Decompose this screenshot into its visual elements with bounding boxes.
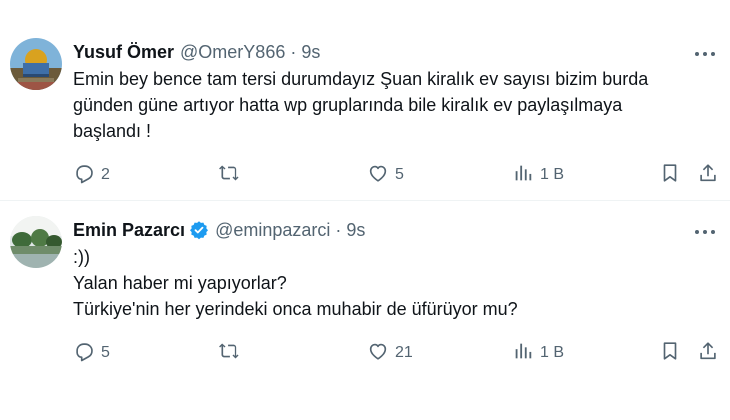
- reply-icon: [73, 162, 95, 189]
- tweet-text-line: Emin bey bence tam tersi durumdayız Şuan…: [73, 69, 649, 89]
- reply-count: 2: [101, 166, 110, 183]
- tweet-header: Emin Pazarcı @eminpazarci · 9s: [73, 218, 365, 242]
- tweet-1[interactable]: Yusuf Ömer @OmerY866 · 9s Emin bey bence…: [0, 0, 730, 201]
- more-icon[interactable]: [692, 222, 718, 242]
- tweet-text-line: günden güne artıyor hatta wp gruplarında…: [73, 95, 623, 115]
- retweet-icon: [218, 340, 240, 367]
- views-icon: [512, 162, 534, 189]
- tweet-header: Yusuf Ömer @OmerY866 · 9s: [73, 40, 320, 64]
- bookmark-icon: [659, 340, 681, 367]
- reply-icon: [73, 340, 95, 367]
- like-count: 21: [395, 344, 413, 361]
- avatar[interactable]: [10, 216, 62, 268]
- bookmark-button[interactable]: [659, 340, 681, 366]
- tweet-text-line: başlandı !: [73, 121, 152, 141]
- separator-dot: ·: [290, 41, 297, 62]
- reply-button[interactable]: 5: [73, 340, 110, 366]
- tweet-text-line: Yalan haber mi yapıyorlar?: [73, 273, 287, 293]
- views-count: 1 B: [540, 166, 565, 183]
- retweet-button[interactable]: [218, 340, 246, 366]
- more-icon[interactable]: [692, 44, 718, 64]
- retweet-button[interactable]: [218, 162, 246, 188]
- separator-dot: ·: [335, 219, 342, 240]
- tweet-text-line: Türkiye'nin her yerindeki onca muhabir d…: [73, 299, 518, 319]
- like-count: 5: [395, 166, 404, 183]
- views-button[interactable]: 1 B: [512, 340, 564, 366]
- reply-count: 5: [101, 344, 110, 361]
- action-bar: 5 21 1 B: [0, 340, 730, 366]
- views-button[interactable]: 1 B: [512, 162, 564, 188]
- views-count: 1 B: [540, 344, 565, 361]
- tweet-2[interactable]: Emin Pazarcı @eminpazarci · 9s :)) Yalan…: [0, 201, 730, 420]
- share-icon: [697, 162, 719, 189]
- share-button[interactable]: [697, 340, 719, 366]
- tweet-text-line: :)): [73, 247, 90, 267]
- author-handle[interactable]: @OmerY866: [180, 42, 285, 63]
- verified-badge-icon: [189, 220, 209, 240]
- heart-icon: [367, 340, 389, 367]
- heart-icon: [367, 162, 389, 189]
- share-button[interactable]: [697, 162, 719, 188]
- action-bar: 2 5 1 B: [0, 162, 730, 188]
- tweet-time[interactable]: 9s: [346, 220, 365, 241]
- author-name[interactable]: Yusuf Ömer: [73, 42, 174, 63]
- avatar[interactable]: [10, 38, 62, 90]
- like-button[interactable]: 21: [367, 340, 413, 366]
- share-icon: [697, 340, 719, 367]
- tweet-time[interactable]: 9s: [301, 42, 320, 63]
- author-name[interactable]: Emin Pazarcı: [73, 220, 185, 241]
- like-button[interactable]: 5: [367, 162, 404, 188]
- views-icon: [512, 340, 534, 367]
- retweet-icon: [218, 162, 240, 189]
- author-handle[interactable]: @eminpazarci: [215, 220, 330, 241]
- reply-button[interactable]: 2: [73, 162, 110, 188]
- bookmark-button[interactable]: [659, 162, 681, 188]
- tweet-text: :)) Yalan haber mi yapıyorlar? Türkiye'n…: [73, 244, 703, 322]
- bookmark-icon: [659, 162, 681, 189]
- tweet-text: Emin bey bence tam tersi durumdayız Şuan…: [73, 66, 703, 144]
